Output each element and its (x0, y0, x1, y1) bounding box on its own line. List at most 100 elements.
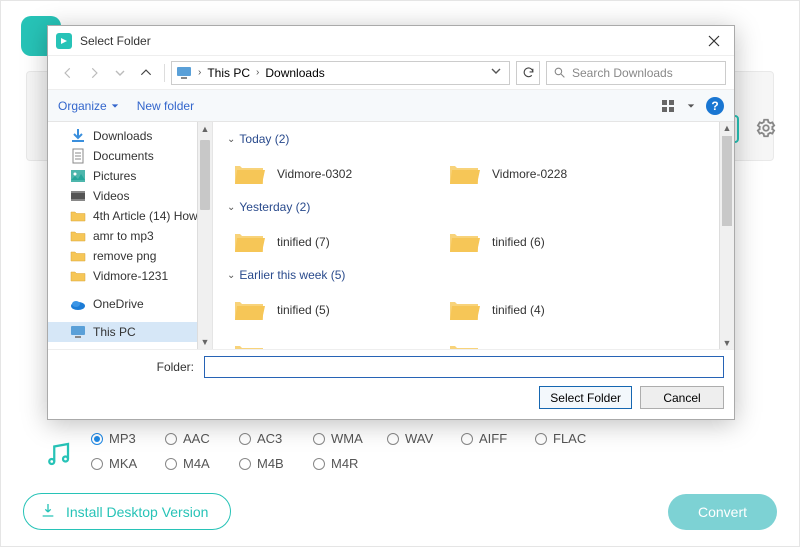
folder-input[interactable] (204, 356, 724, 378)
radio-icon (165, 458, 177, 470)
folder-item[interactable]: tinified (7) (227, 220, 442, 264)
format-wma[interactable]: WMA (313, 431, 387, 446)
content-scroll-thumb[interactable] (722, 136, 732, 226)
format-m4r[interactable]: M4R (313, 456, 387, 471)
folder-item[interactable]: tinified (5) (227, 288, 442, 332)
bg-settings-button[interactable] (755, 117, 777, 139)
chevron-right-icon: › (196, 67, 203, 78)
sidebar-item-label: 4th Article (14) How to Re (93, 209, 212, 223)
format-label: M4A (183, 456, 210, 471)
select-folder-button[interactable]: Select Folder (539, 386, 632, 409)
group-header[interactable]: ⌄Yesterday (2) (227, 200, 724, 214)
close-button[interactable] (700, 27, 728, 55)
new-folder-button[interactable]: New folder (137, 99, 194, 113)
sidebar-scroll-thumb[interactable] (200, 140, 210, 210)
sidebar-item-this-pc[interactable]: This PC (48, 322, 212, 342)
folder-item[interactable]: tinified (4) (442, 288, 657, 332)
folder-label: tinified (2) (492, 347, 545, 349)
radio-icon (91, 458, 103, 470)
format-aiff[interactable]: AIFF (461, 431, 535, 446)
chevron-down-icon: ⌄ (227, 202, 235, 213)
sidebar-item-label: Vidmore-1231 (93, 269, 168, 283)
folder-item[interactable]: Vidmore-0302 (227, 152, 442, 196)
sidebar-item-videos[interactable]: Videos (48, 186, 212, 206)
folder-item[interactable]: tinified (6) (442, 220, 657, 264)
format-ac3[interactable]: AC3 (239, 431, 313, 446)
sidebar-item-amr-to-mp3[interactable]: amr to mp3 (48, 226, 212, 246)
content-pane[interactable]: ⌄Today (2)Vidmore-0302Vidmore-0228⌄Yeste… (213, 122, 734, 349)
install-desktop-button[interactable]: Install Desktop Version (23, 493, 231, 530)
path-seg-0[interactable]: This PC (207, 66, 250, 80)
search-input[interactable]: Search Downloads (546, 61, 726, 85)
format-label: MP3 (109, 431, 136, 446)
sidebar-item-pictures[interactable]: Pictures (48, 166, 212, 186)
format-mka[interactable]: MKA (91, 456, 165, 471)
help-button[interactable]: ? (706, 97, 724, 115)
format-aac[interactable]: AAC (165, 431, 239, 446)
arrow-left-icon (61, 66, 75, 80)
folder-item[interactable]: tinified (2) (442, 332, 657, 349)
folder-icon (233, 340, 267, 349)
document-icon (70, 148, 86, 164)
chevron-down-icon: ⌄ (227, 270, 235, 281)
nav-recent-button[interactable] (108, 61, 132, 85)
radio-icon (313, 458, 325, 470)
refresh-icon (522, 66, 535, 79)
cancel-button[interactable]: Cancel (640, 386, 724, 409)
format-label: FLAC (553, 431, 586, 446)
nav-up-button[interactable] (134, 61, 158, 85)
radio-icon (239, 458, 251, 470)
format-label: M4R (331, 456, 358, 471)
group-header[interactable]: ⌄Earlier this week (5) (227, 268, 724, 282)
breadcrumb[interactable]: › This PC › Downloads (171, 61, 510, 85)
view-options-button[interactable] (658, 96, 680, 116)
refresh-button[interactable] (516, 61, 540, 85)
content-scrollbar[interactable]: ▲ ▼ (719, 122, 734, 349)
sidebar-item-vidmore-1231[interactable]: Vidmore-1231 (48, 266, 212, 286)
onedrive-icon (70, 296, 86, 312)
video-icon (70, 188, 86, 204)
chevron-down-icon (491, 66, 501, 76)
folder-label: tinified (4) (492, 303, 545, 317)
sidebar-item-documents[interactable]: Documents (48, 146, 212, 166)
sidebar-item-onedrive[interactable]: OneDrive (48, 294, 212, 314)
folder-icon (233, 160, 267, 188)
folder-item[interactable]: Vidmore-0228 (442, 152, 657, 196)
sidebar-scrollbar[interactable]: ▲ ▼ (197, 122, 212, 349)
sidebar: Downloads DocumentsPictures Videos 4th Arti… (48, 122, 213, 349)
format-mp3[interactable]: MP3 (91, 431, 165, 446)
dialog-bottombar: Folder: Select Folder Cancel (48, 350, 734, 419)
separator (164, 64, 165, 82)
sidebar-item-label: Downloads (93, 129, 152, 143)
convert-button[interactable]: Convert (668, 494, 777, 530)
view-dropdown[interactable] (684, 96, 698, 116)
folder-icon (448, 340, 482, 349)
folder-item[interactable]: tinified (3) (227, 332, 442, 349)
format-m4a[interactable]: M4A (165, 456, 239, 471)
format-label: M4B (257, 456, 284, 471)
folder-label: tinified (3) (277, 347, 330, 349)
path-seg-1[interactable]: Downloads (265, 66, 324, 80)
picture-icon (70, 168, 86, 184)
sidebar-item-label: Videos (93, 189, 129, 203)
nav-forward-button[interactable] (82, 61, 106, 85)
format-wav[interactable]: WAV (387, 431, 461, 446)
format-m4b[interactable]: M4B (239, 456, 313, 471)
sidebar-item-downloads[interactable]: Downloads (48, 126, 212, 146)
path-dropdown[interactable] (487, 66, 505, 79)
organize-label: Organize (58, 99, 107, 113)
folder-label: tinified (7) (277, 235, 330, 249)
folder-icon (70, 248, 86, 264)
nav-back-button[interactable] (56, 61, 80, 85)
radio-icon (387, 433, 399, 445)
sidebar-item-remove-png[interactable]: remove png (48, 246, 212, 266)
organize-menu[interactable]: Organize (58, 99, 119, 113)
folder-icon (70, 268, 86, 284)
sidebar-item-label: OneDrive (93, 297, 144, 311)
group-header[interactable]: ⌄Today (2) (227, 132, 724, 146)
format-flac[interactable]: FLAC (535, 431, 609, 446)
search-icon (553, 66, 566, 79)
sidebar-item-4th-article-14-how-to-re[interactable]: 4th Article (14) How to Re (48, 206, 212, 226)
group-title: Today (2) (239, 132, 289, 146)
arrow-right-icon (87, 66, 101, 80)
